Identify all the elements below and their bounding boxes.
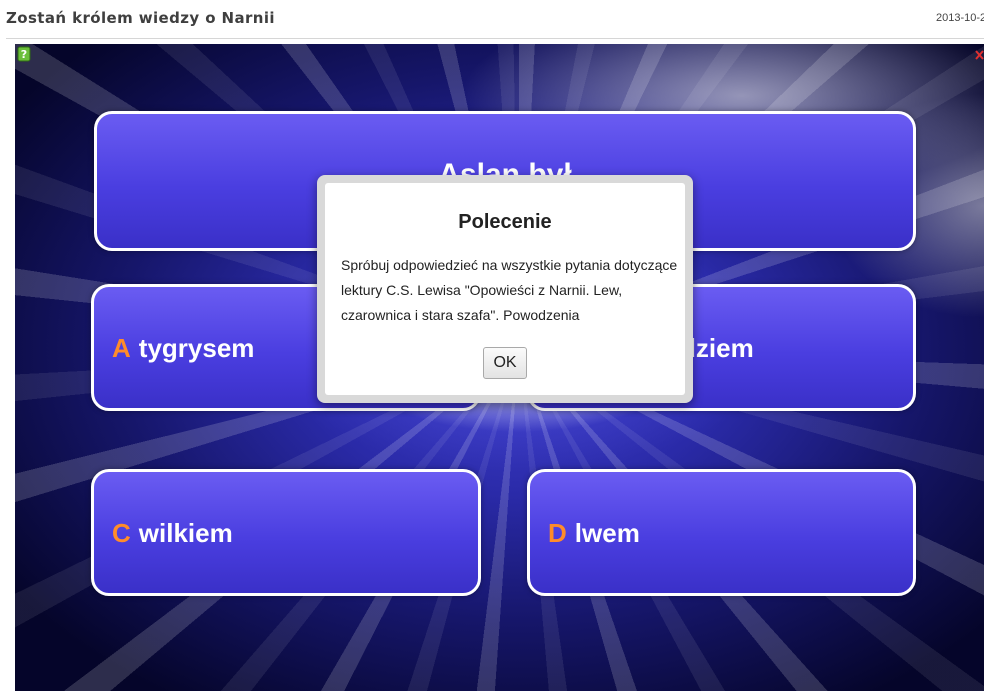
answer-c-text: wilkiem — [138, 518, 233, 548]
dialog-content: Polecenie Spróbuj odpowiedzieć na wszyst… — [325, 183, 685, 395]
answer-c-button[interactable]: Cwilkiem — [91, 469, 481, 596]
answer-a-letter: A — [112, 333, 131, 363]
quiz-stage: ? Aslan był Atygrysem dziem Cwilkiem Dlw… — [15, 44, 984, 691]
page-title: Zostań królem wiedzy o Narnii — [6, 9, 275, 27]
dialog-message: Spróbuj odpowiedzieć na wszystkie pytani… — [341, 257, 678, 323]
dialog-title: Polecenie — [458, 211, 552, 233]
svg-text:?: ? — [21, 48, 27, 61]
answer-d-button[interactable]: Dlwem — [527, 469, 916, 596]
page-header: Zostań królem wiedzy o Narnii 2013-10-2 — [0, 0, 984, 40]
instruction-dialog: Polecenie Spróbuj odpowiedzieć na wszyst… — [317, 175, 693, 403]
close-icon[interactable] — [975, 48, 984, 60]
page-date: 2013-10-2 — [936, 12, 984, 24]
answer-d-letter: D — [548, 518, 567, 548]
help-icon[interactable]: ? — [17, 46, 31, 62]
answer-a-text: tygrysem — [138, 333, 255, 363]
header-divider — [6, 38, 984, 39]
answer-c-letter: C — [112, 518, 131, 548]
ok-button[interactable]: OK — [483, 347, 527, 379]
answer-d-text: lwem — [574, 518, 640, 548]
